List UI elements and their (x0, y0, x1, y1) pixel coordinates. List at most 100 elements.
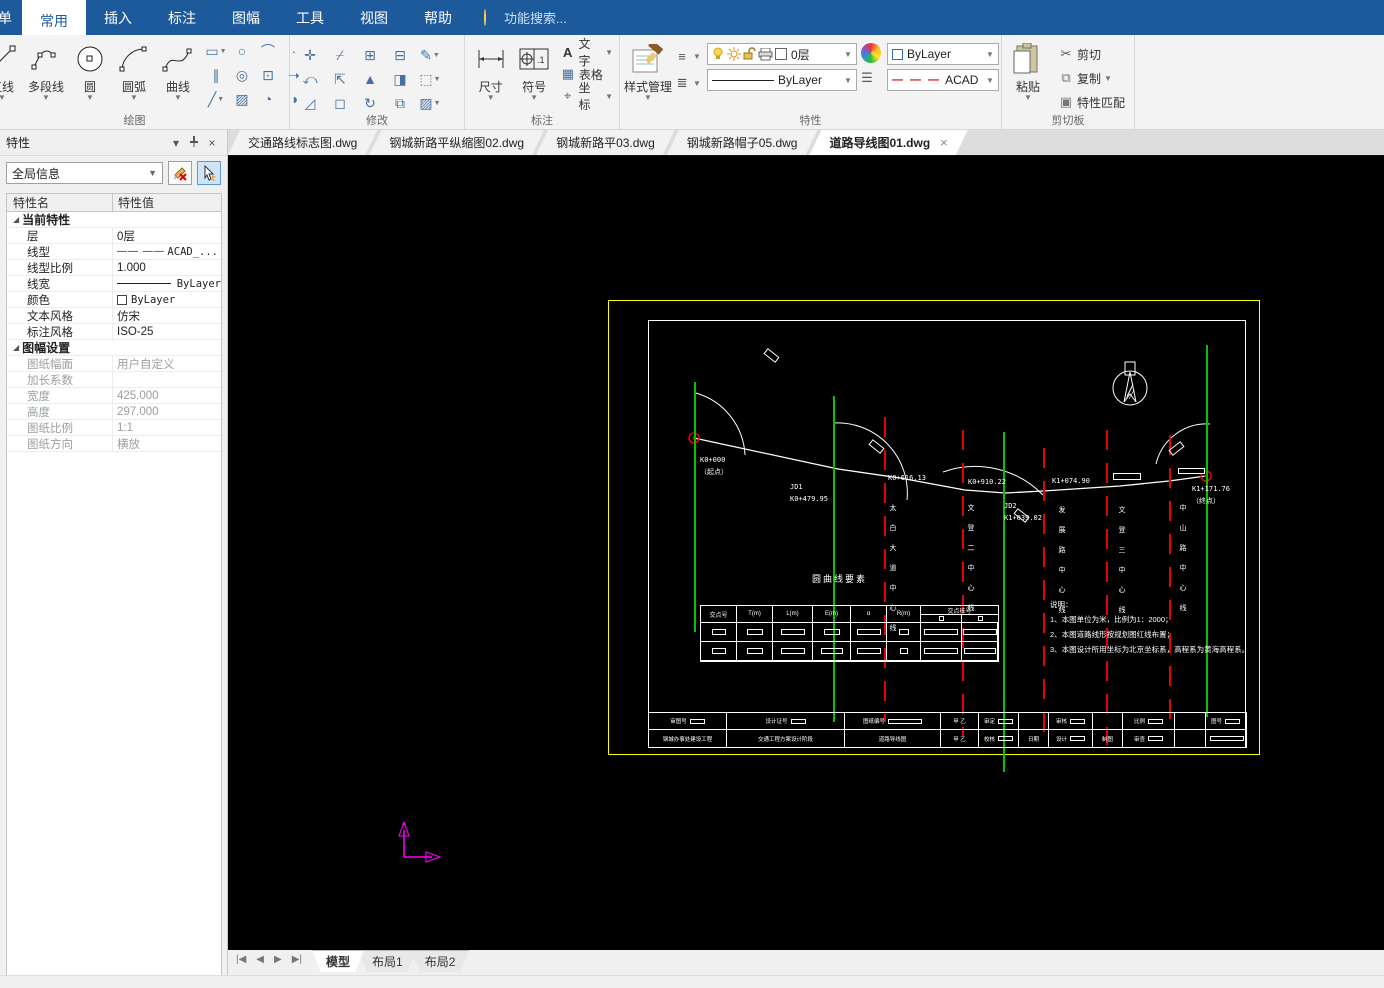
title-block-cell: 审定 (979, 713, 1019, 730)
symbol-button[interactable]: .1 符号 ▼ (512, 39, 555, 111)
array-icon[interactable]: ⊞ (358, 43, 382, 67)
menu-tab-插入[interactable]: 插入 (86, 0, 150, 35)
linetype-dropdown[interactable]: ByLayer ▼ (706, 69, 857, 91)
list-style-button[interactable]: ≡ ▼ (672, 45, 703, 67)
close-tab-icon[interactable]: × (940, 135, 948, 150)
dimension-button[interactable]: 尺寸 ▼ (469, 39, 512, 111)
centerline-red-dashed (1106, 430, 1108, 745)
match-properties-button[interactable]: ▣ 特性匹配 (1056, 91, 1127, 113)
text-button[interactable]: A 文字 ▼ (558, 37, 615, 68)
layout-tab-模型[interactable]: 模型 (312, 950, 364, 972)
draw-icon (161, 42, 195, 76)
color-dropdown[interactable]: ByLayer ▼ (886, 43, 999, 65)
draw-icon (0, 42, 19, 76)
property-row-线型[interactable]: 线型 —— —— ACAD_... (7, 244, 221, 260)
arc-poly-icon[interactable]: ⌒ (256, 39, 280, 63)
menu-tab-标注[interactable]: 标注 (150, 0, 214, 35)
style-manager-button[interactable]: 样式管理 ▼ (624, 39, 672, 111)
copy-button[interactable]: ⧉ 复制 ▼ (1056, 67, 1127, 89)
drawing-canvas[interactable]: K0+000 （起点） JD1 K0+479.95 K0+616.13 K0+910.… (228, 156, 1384, 950)
property-row-加长系数[interactable]: 加长系数 (7, 372, 221, 388)
prev-sheet-button[interactable]: ◀ (256, 954, 264, 965)
parallel-icon[interactable]: ∥ (204, 63, 228, 87)
select-objects-button[interactable] (197, 161, 221, 185)
trim-icon[interactable]: ⌿ (328, 43, 352, 67)
property-row-宽度[interactable]: 宽度 425.000 (7, 388, 221, 404)
layout-tab-布局1[interactable]: 布局1 (358, 950, 417, 972)
ribbon-group-clipboard: 粘贴 ▼ ✂ 剪切 ⧉ 复制 ▼ ▣ 特性匹配 剪切板 (1002, 35, 1135, 129)
title-block-cell (1093, 713, 1123, 730)
draw-button-多段线[interactable]: 多段线 ▼ (24, 39, 68, 111)
doc-tab[interactable]: 钢城新路平03.dwg (536, 130, 675, 155)
property-row-图纸比例[interactable]: 图纸比例 1:1 (7, 420, 221, 436)
break-icon[interactable]: ⇱ (328, 67, 352, 91)
donut-icon[interactable]: ◎ (230, 63, 254, 87)
pencil-icon[interactable]: ✎ ▼ (418, 43, 442, 67)
group-label-modify: 修改 (366, 115, 388, 127)
linetype2-dropdown[interactable]: — — — ACAD ▼ (886, 69, 999, 91)
doc-tab[interactable]: 钢城新路帽子05.dwg (667, 130, 818, 155)
paste-button[interactable]: 粘贴 ▼ (1006, 39, 1050, 111)
layout-tab-布局2[interactable]: 布局2 (411, 950, 470, 972)
multiline-icon-button[interactable]: ☰ (857, 67, 885, 89)
title-block-cell: 交通工程方案设计阶段 (727, 730, 845, 747)
property-row-层[interactable]: 层 0层 (7, 228, 221, 244)
panel-close-icon[interactable]: × (203, 136, 221, 150)
xline-icon[interactable]: ╱ ▼ (204, 87, 228, 111)
doc-tab[interactable]: 道路导线图01.dwg × (809, 130, 967, 155)
copy-icon[interactable]: ⊟ (388, 43, 412, 67)
property-row-标注风格[interactable]: 标注风格 ISO-25 (7, 324, 221, 340)
coordinate-icon: ⌖ (564, 88, 572, 103)
search-area[interactable]: 功能搜索... (484, 0, 567, 35)
unlock-icon (743, 47, 756, 60)
menu-tab-视图[interactable]: 视图 (342, 0, 406, 35)
centerline-red-dashed (884, 417, 886, 722)
property-row-颜色[interactable]: 颜色 ByLayer (7, 292, 221, 308)
menu-tab-工具[interactable]: 工具 (278, 0, 342, 35)
draw-icon (117, 42, 151, 76)
cut-button[interactable]: ✂ 剪切 (1056, 43, 1127, 65)
next-sheet-button[interactable]: ▶ (274, 954, 282, 965)
hatch-icon[interactable]: ▨ (230, 87, 254, 111)
group-label-annotate: 标注 (531, 115, 553, 127)
color-wheel-icon[interactable] (860, 43, 881, 63)
curve-table-header: L(m) (773, 606, 813, 624)
draw-button-圆弧[interactable]: 圆弧 ▼ (112, 39, 156, 111)
move-icon[interactable]: ✛ (298, 43, 322, 67)
rectangle-icon[interactable]: ▭ ▼ (204, 39, 228, 63)
edit-global-button[interactable] (168, 161, 192, 185)
doc-tab[interactable]: 钢城新路平纵缩图02.dwg (369, 130, 544, 155)
curve-table-header: E(m) (813, 606, 851, 624)
first-sheet-button[interactable]: |◀ (236, 954, 246, 965)
property-row-文本风格[interactable]: 文本风格 仿宋 (7, 308, 221, 324)
draw-button-圆[interactable]: 圆 ▼ (68, 39, 112, 111)
panel-dropdown-icon[interactable]: ▾ (167, 136, 185, 150)
title-block-cell: 道路导线图 (845, 730, 941, 747)
blocks-icon[interactable]: ◔ (256, 87, 280, 111)
property-row-图纸方向[interactable]: 图纸方向 横放 (7, 436, 221, 452)
panel-pin-icon[interactable] (185, 135, 203, 150)
menu-tab-帮助[interactable]: 帮助 (406, 0, 470, 35)
layer-dropdown[interactable]: 0层 ▼ (706, 43, 857, 65)
region-icon[interactable]: ⊡ (256, 63, 280, 87)
property-row-图纸幅面[interactable]: 图纸幅面 用户自定义 (7, 356, 221, 372)
corner-icon[interactable]: ◨ (388, 67, 412, 91)
curve-table-header: α (851, 606, 887, 624)
doc-tab[interactable]: 交通路线标志图.dwg (228, 130, 377, 155)
mirror-icon[interactable]: ▲ (358, 67, 382, 91)
menu-tab-图幅[interactable]: 图幅 (214, 0, 278, 35)
function-search-input[interactable]: 功能搜索... (504, 8, 567, 27)
menu-button[interactable]: 菜单 (0, 0, 22, 35)
property-row-高度[interactable]: 高度 297.000 (7, 404, 221, 420)
last-sheet-button[interactable]: ▶| (292, 954, 302, 965)
global-info-dropdown[interactable]: 全局信息 ▼ (6, 162, 163, 184)
select-rect-icon[interactable]: ⬚ ▼ (418, 67, 442, 91)
offset-icon[interactable]: ⤺ (298, 67, 322, 91)
property-row-线宽[interactable]: 线宽 ByLayer (7, 276, 221, 292)
lineweight-icon-button[interactable]: ≣ ▼ (672, 72, 703, 94)
coordinate-button[interactable]: ⌖ 坐标 ▼ (558, 81, 615, 112)
draw-button-曲线[interactable]: 曲线 ▼ (156, 39, 200, 111)
draw-button-直线[interactable]: 直线▼ (0, 39, 24, 111)
property-row-线型比例[interactable]: 线型比例 1.000 (7, 260, 221, 276)
ellipse-icon[interactable]: ○ (230, 39, 254, 63)
